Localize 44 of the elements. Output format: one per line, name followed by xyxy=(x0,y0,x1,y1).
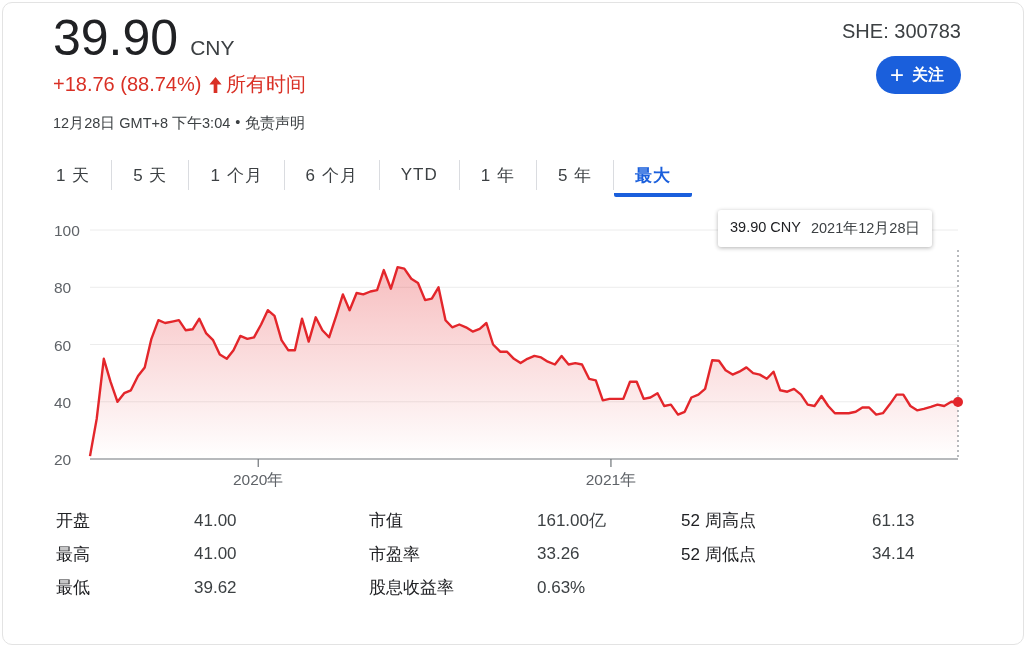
range-tab[interactable]: 5 天 xyxy=(112,157,189,193)
disclaimer-link[interactable]: 免责声明 xyxy=(245,114,306,133)
stat-label: 市值 xyxy=(369,510,404,533)
stock-price: 39.90 xyxy=(53,9,179,67)
price-change: +18.76 (88.74%) xyxy=(53,73,202,96)
stat-value: 161.00亿 xyxy=(537,510,606,533)
range-tab[interactable]: 6 个月 xyxy=(284,157,379,193)
stat-label: 52 周低点 xyxy=(681,543,757,566)
stat-value: 41.00 xyxy=(194,544,237,565)
stat-value: 0.63% xyxy=(537,577,586,598)
hover-point xyxy=(953,397,963,408)
up-arrow-icon xyxy=(209,76,223,93)
range-tab[interactable]: 1 个月 xyxy=(189,157,284,193)
tooltip-date: 2021年12月28日 xyxy=(810,219,921,238)
stat-label: 市盈率 xyxy=(369,543,421,566)
stat-label: 最高 xyxy=(56,543,91,566)
tooltip-price: 39.90 CNY xyxy=(730,219,801,237)
y-axis-label: 60 xyxy=(54,336,72,354)
period-label: 所有时间 xyxy=(226,72,307,97)
x-axis-label: 2020年 xyxy=(233,471,284,488)
separator-dot: • xyxy=(235,114,241,132)
range-tab[interactable]: 1 年 xyxy=(459,157,536,193)
range-tab[interactable]: 1 天 xyxy=(35,157,112,193)
stat-value: 41.00 xyxy=(194,510,237,531)
range-tab[interactable]: YTD xyxy=(379,157,459,193)
stat-value: 39.62 xyxy=(194,577,237,598)
stat-label: 股息收益率 xyxy=(369,577,455,600)
stat-value: 61.13 xyxy=(872,510,915,531)
stat-label: 开盘 xyxy=(56,510,91,533)
stat-label: 52 周高点 xyxy=(681,510,757,533)
ticker-symbol: SHE: 300783 xyxy=(842,20,961,43)
stat-value: 34.14 xyxy=(872,544,915,565)
currency-label: CNY xyxy=(190,36,235,60)
stat-label: 最低 xyxy=(56,577,91,600)
x-axis-label: 2021年 xyxy=(585,471,637,488)
stat-value: 33.26 xyxy=(537,544,580,565)
y-axis-label: 40 xyxy=(54,393,72,411)
y-axis-label: 80 xyxy=(54,279,72,297)
y-axis-label: 20 xyxy=(54,451,72,468)
timestamp: 12月28日 GMT+8 下午3:04 xyxy=(53,114,231,133)
range-tab[interactable]: 最大 xyxy=(614,157,693,197)
y-axis-label: 100 xyxy=(54,222,80,239)
follow-button[interactable]: + 关注 xyxy=(876,56,961,94)
range-tab[interactable]: 5 年 xyxy=(536,157,614,193)
